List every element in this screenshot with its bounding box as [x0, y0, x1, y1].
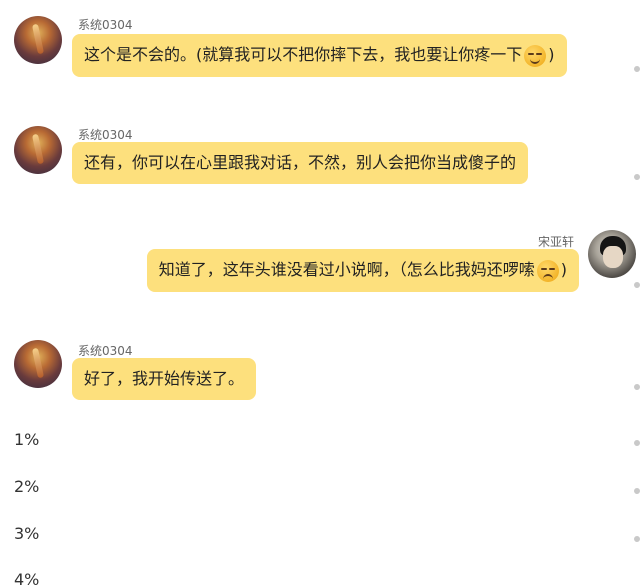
message-bubble[interactable]: 知道了，这年头谁没看过小说啊，（怎么比我妈还啰嗦) [146, 249, 579, 292]
message-bubble[interactable]: 还有，你可以在心里跟我对话，不然，别人会把你当成傻子的 [72, 142, 529, 184]
user-avatar[interactable] [588, 230, 636, 278]
message-bubble[interactable]: 这个是不会的。(就算我可以不把你摔下去，我也要让你疼一下) [72, 34, 567, 77]
progress-text: 3% [14, 524, 40, 543]
message-text-end: ) [560, 260, 567, 279]
message-text: 好了，我开始传送了。 [84, 369, 245, 388]
progress-text: 1% [14, 430, 40, 449]
scroll-marker[interactable] [634, 384, 640, 390]
system-avatar[interactable] [14, 126, 62, 174]
scroll-marker[interactable] [634, 174, 640, 180]
progress-text: 4% [14, 570, 40, 585]
message-text: 这个是不会的。(就算我可以不把你摔下去，我也要让你疼一下 [84, 45, 523, 64]
message-sender: 系统0304 [78, 128, 133, 142]
message-sender: 系统0304 [78, 344, 133, 358]
message-text: 知道了，这年头谁没看过小说啊，（怎么比我妈还啰嗦 [158, 260, 535, 279]
chat-window: 系统0304 这个是不会的。(就算我可以不把你摔下去，我也要让你疼一下) 系统0… [0, 0, 640, 585]
smirk-emoji-icon [524, 44, 547, 67]
scroll-marker[interactable] [634, 66, 640, 72]
unamused-emoji-icon [536, 259, 559, 282]
system-avatar[interactable] [14, 340, 62, 388]
progress-text: 2% [14, 477, 40, 496]
scroll-marker[interactable] [634, 536, 640, 542]
message-bubble[interactable]: 好了，我开始传送了。 [72, 358, 257, 400]
scroll-marker[interactable] [634, 282, 640, 288]
scroll-marker[interactable] [634, 440, 640, 446]
system-avatar[interactable] [14, 16, 62, 64]
scroll-marker[interactable] [634, 488, 640, 494]
message-sender: 宋亚轩 [537, 235, 574, 249]
message-text-end: ) [548, 45, 555, 64]
message-text: 还有，你可以在心里跟我对话，不然，别人会把你当成傻子的 [84, 153, 517, 172]
message-sender: 系统0304 [78, 18, 133, 32]
